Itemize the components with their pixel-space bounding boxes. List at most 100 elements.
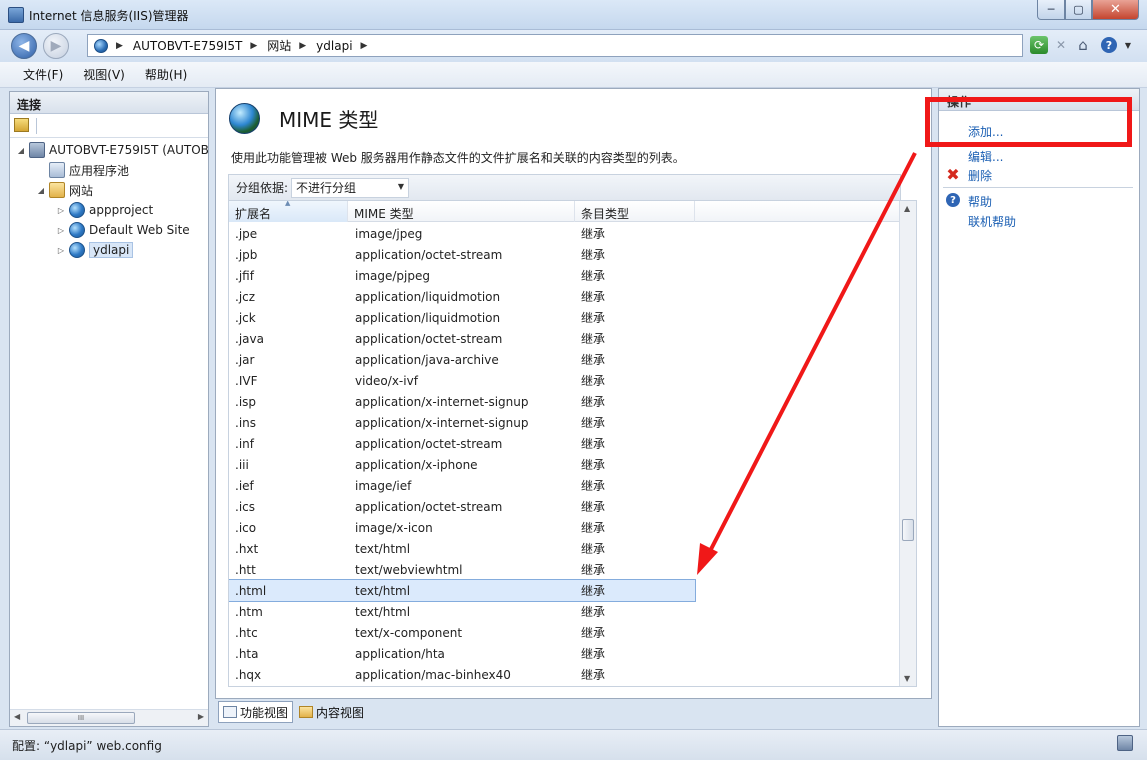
tree-node-app-pools[interactable]: 应用程序池	[36, 160, 129, 180]
table-row[interactable]: .htt text/webviewhtml 继承	[229, 559, 901, 580]
stop-icon[interactable]: ✕	[1052, 36, 1070, 54]
menu-view[interactable]: 视图(V)	[83, 66, 125, 83]
edit-action-link[interactable]: 编辑...	[968, 148, 1003, 165]
column-header-entry-type[interactable]: 条目类型	[575, 201, 695, 222]
tree-node-default-web-site[interactable]: ▷ Default Web Site	[56, 220, 190, 240]
table-row[interactable]: .inf application/octet-stream 继承	[229, 433, 901, 454]
tree-node-sites[interactable]: ◢ 网站	[36, 180, 93, 200]
table-row[interactable]: .htc text/x-component 继承	[229, 622, 901, 643]
scroll-thumb[interactable]: III	[27, 712, 135, 724]
connections-panel: 连接 ◢ AUTOBVT-E759I5T (AUTOB 应用程序池 ◢ 网站 ▷…	[9, 91, 209, 727]
toolbar-divider	[36, 118, 37, 134]
help-action-link[interactable]: 帮助	[968, 193, 992, 210]
cell-entry-type: 继承	[581, 290, 606, 304]
annotation-highlight-box	[925, 97, 1132, 147]
content-view-icon	[299, 706, 314, 718]
table-row[interactable]: .htm text/html 继承	[229, 601, 901, 622]
breadcrumb-separator-icon[interactable]: ▶	[116, 41, 123, 51]
tab-features-view[interactable]: 功能视图	[218, 701, 294, 723]
breadcrumb-separator-icon[interactable]: ▶	[250, 41, 257, 51]
cell-extension: .htm	[235, 604, 263, 619]
tab-content-view[interactable]: 内容视图	[295, 701, 368, 723]
tree-node-label: ydlapi	[89, 242, 134, 258]
horizontal-scrollbar[interactable]: ◀ III ▶	[10, 709, 208, 726]
view-tabs: 功能视图 内容视图	[218, 700, 370, 724]
cell-extension: .hta	[235, 646, 259, 661]
table-row[interactable]: .ief image/ief 继承	[229, 475, 901, 496]
scroll-up-icon[interactable]: ▲	[904, 204, 910, 213]
collapse-icon[interactable]: ◢	[36, 186, 46, 195]
cell-mime-type: application/mac-binhex40	[355, 667, 511, 682]
actions-panel: 操作 添加... 编辑... ✖ 删除 ? 帮助 联机帮助	[938, 88, 1140, 727]
breadcrumb-separator-icon[interactable]: ▶	[361, 41, 368, 51]
collapse-icon[interactable]: ◢	[16, 146, 26, 155]
chevron-down-icon[interactable]: ▼	[398, 182, 404, 191]
group-by-select[interactable]: 不进行分组 ▼	[291, 177, 410, 198]
minimize-button[interactable]: ─	[1037, 0, 1065, 20]
home-icon[interactable]: ⌂	[1074, 36, 1092, 54]
refresh-icon[interactable]: ⟳	[1030, 36, 1048, 54]
table-row[interactable]: .isp application/x-internet-signup 继承	[229, 391, 901, 412]
tree-node-appproject[interactable]: ▷ appproject	[56, 200, 153, 220]
chevron-down-icon[interactable]: ▼	[1119, 36, 1137, 54]
tree-node-ydlapi[interactable]: ▷ ydlapi	[56, 240, 134, 260]
table-row[interactable]: .jfif image/pjpeg 继承	[229, 265, 901, 286]
table-row[interactable]: .hqx application/mac-binhex40 继承	[229, 664, 901, 685]
cell-extension: .ico	[235, 520, 257, 535]
table-row[interactable]: .hxt text/html 继承	[229, 538, 901, 559]
online-help-action-link[interactable]: 联机帮助	[968, 213, 1016, 230]
expand-icon[interactable]: ▷	[56, 246, 66, 255]
address-bar[interactable]: ▶ AUTOBVT-E759I5T ▶ 网站 ▶ ydlapi ▶	[87, 34, 1023, 57]
back-button[interactable]: ◀	[11, 33, 37, 59]
help-icon[interactable]: ?	[1101, 37, 1117, 53]
delete-action-link[interactable]: 删除	[968, 167, 992, 184]
cell-mime-type: application/octet-stream	[355, 331, 503, 346]
breadcrumb-sites[interactable]: 网站	[267, 37, 291, 54]
tree-node-server[interactable]: ◢ AUTOBVT-E759I5T (AUTOB	[16, 140, 209, 160]
scroll-thumb[interactable]	[902, 519, 914, 541]
scroll-down-icon[interactable]: ▼	[904, 674, 910, 683]
cell-entry-type: 继承	[581, 353, 606, 367]
close-button[interactable]: ✕	[1092, 0, 1139, 20]
cell-extension: .jck	[235, 310, 256, 325]
menu-help[interactable]: 帮助(H)	[145, 66, 187, 83]
maximize-button[interactable]: ▢	[1065, 0, 1092, 20]
cell-extension: .jpe	[235, 226, 258, 241]
features-view-icon	[223, 706, 237, 718]
table-row[interactable]: .ins application/x-internet-signup 继承	[229, 412, 901, 433]
table-row[interactable]: .jpb application/octet-stream 继承	[229, 244, 901, 265]
help-icon: ?	[946, 193, 960, 207]
table-row[interactable]: .java application/octet-stream 继承	[229, 328, 901, 349]
menu-file[interactable]: 文件(F)	[23, 66, 63, 83]
breadcrumb-site[interactable]: ydlapi	[316, 39, 352, 53]
forward-button[interactable]: ▶	[43, 33, 69, 59]
tree-node-label: 应用程序池	[69, 163, 130, 178]
cell-entry-type: 继承	[581, 416, 606, 430]
table-row[interactable]: .iii application/x-iphone 继承	[229, 454, 901, 475]
table-row[interactable]: .IVF video/x-ivf 继承	[229, 370, 901, 391]
table-row[interactable]: .html text/html 继承	[229, 579, 696, 602]
table-row[interactable]: .ics application/octet-stream 继承	[229, 496, 901, 517]
column-header-label: MIME 类型	[354, 207, 414, 221]
table-row[interactable]: .jpe image/jpeg 继承	[229, 223, 901, 244]
table-row[interactable]: .jck application/liquidmotion 继承	[229, 307, 901, 328]
scroll-left-icon[interactable]: ◀	[14, 712, 20, 721]
vertical-scrollbar[interactable]: ▲ ▼	[899, 201, 916, 686]
cell-extension: .java	[235, 331, 264, 346]
breadcrumb-separator-icon[interactable]: ▶	[299, 41, 306, 51]
connect-icon[interactable]	[14, 118, 29, 132]
column-header-extension[interactable]: ▲ 扩展名	[229, 201, 348, 222]
scroll-right-icon[interactable]: ▶	[198, 712, 204, 721]
group-by-bar: 分组依据: 不进行分组 ▼	[228, 174, 901, 200]
table-row[interactable]: .hta application/hta 继承	[229, 643, 901, 664]
cell-entry-type: 继承	[581, 542, 606, 556]
breadcrumb-server[interactable]: AUTOBVT-E759I5T	[133, 39, 242, 53]
table-row[interactable]: .jcz application/liquidmotion 继承	[229, 286, 901, 307]
cell-entry-type: 继承	[581, 584, 606, 598]
expand-icon[interactable]: ▷	[56, 206, 66, 215]
column-header-mime-type[interactable]: MIME 类型	[348, 201, 575, 222]
cell-extension: .ics	[235, 499, 255, 514]
table-row[interactable]: .ico image/x-icon 继承	[229, 517, 901, 538]
expand-icon[interactable]: ▷	[56, 226, 66, 235]
table-row[interactable]: .jar application/java-archive 继承	[229, 349, 901, 370]
